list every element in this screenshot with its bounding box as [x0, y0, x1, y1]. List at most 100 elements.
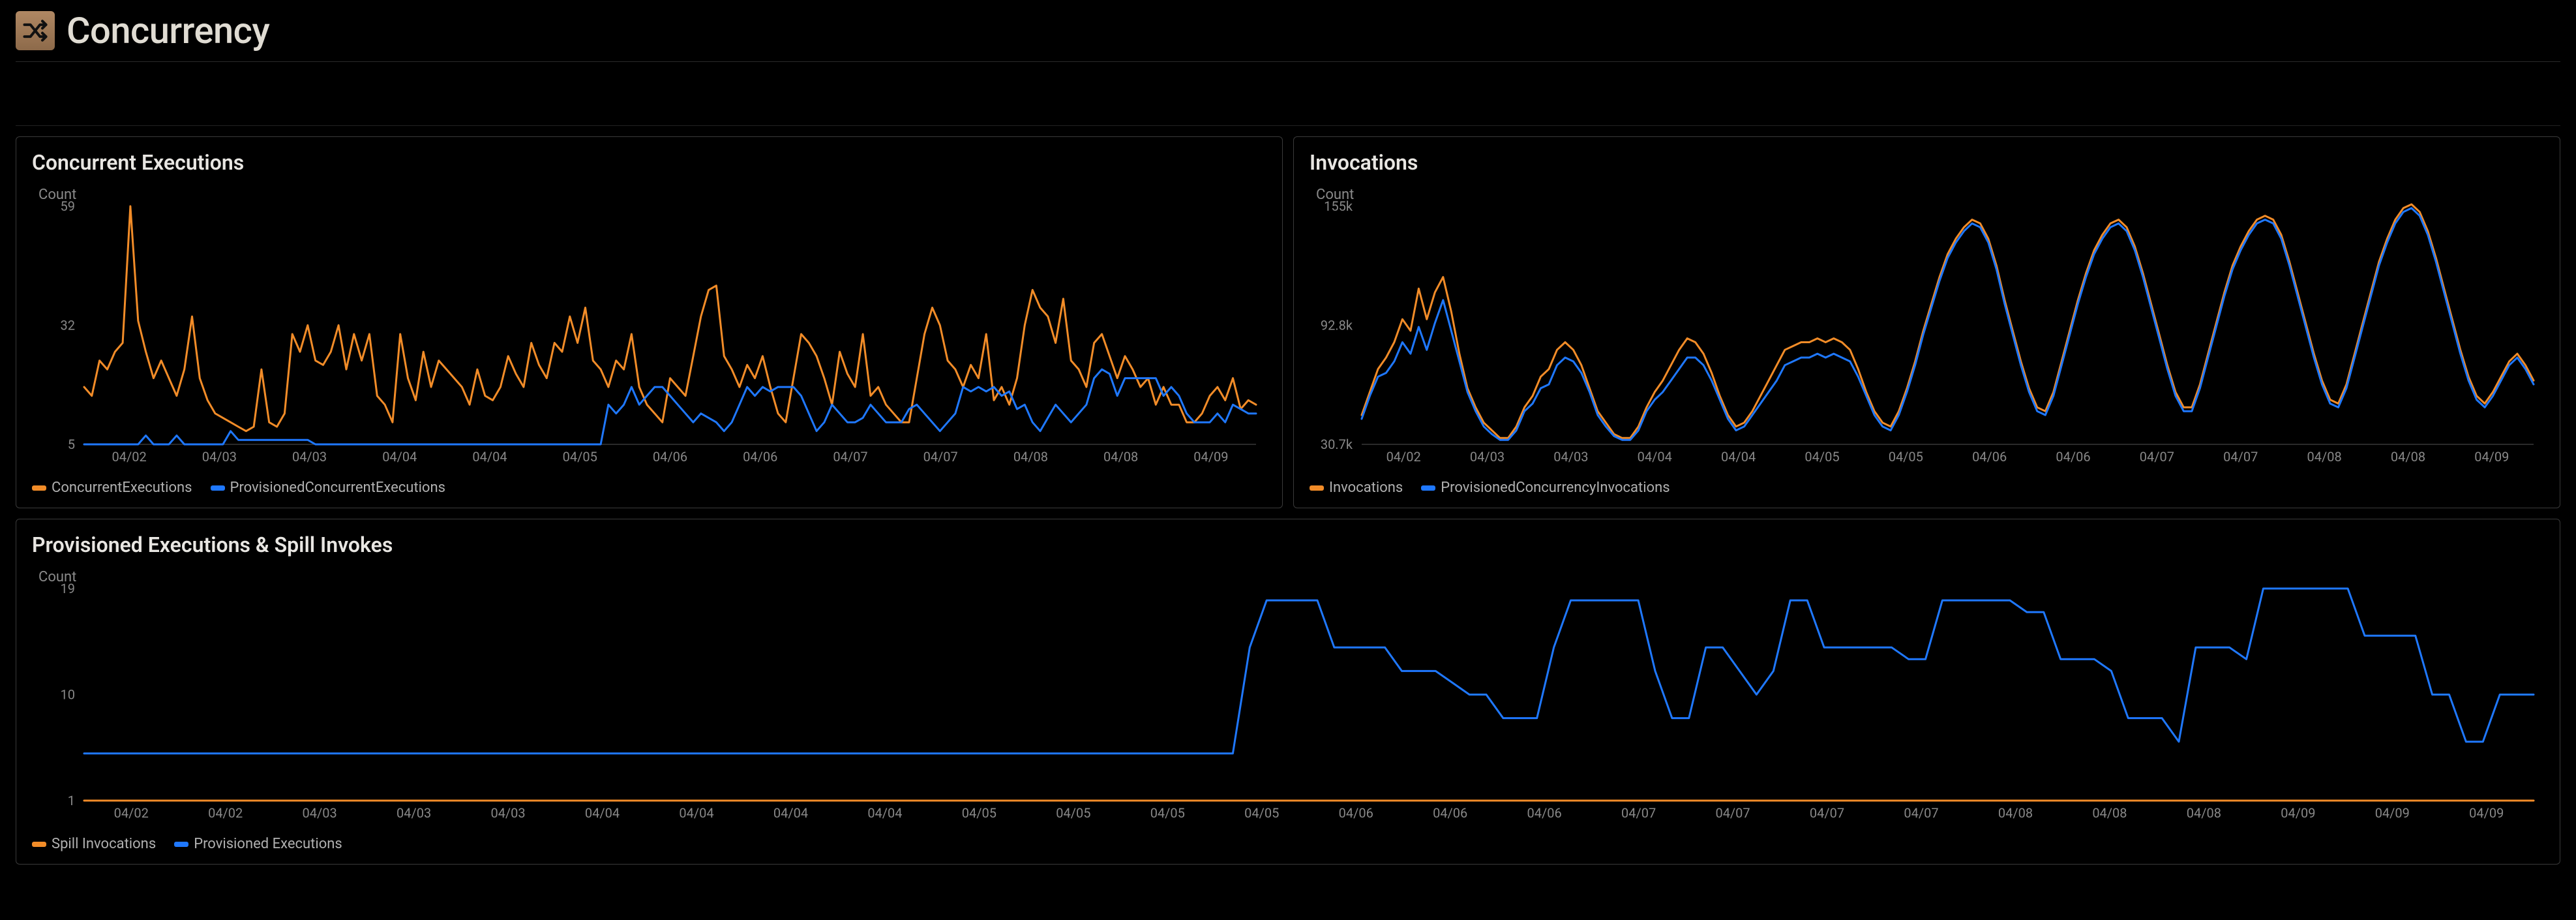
svg-text:04/07: 04/07	[2223, 449, 2258, 465]
legend: ConcurrentExecutions ProvisionedConcurren…	[32, 476, 1266, 496]
chart-zone[interactable]: 5 32 59 04/02 04/03 04/03 04/04 04/04 04/05 04/06…	[32, 194, 1266, 468]
panel-provisioned-spill: Provisioned Executions & Spill Invokes C…	[16, 519, 2560, 865]
svg-text:04/05: 04/05	[1805, 449, 1839, 465]
legend-label: Invocations	[1329, 480, 1403, 496]
legend-item[interactable]: Invocations	[1310, 480, 1403, 496]
svg-text:04/06: 04/06	[743, 449, 777, 465]
panel-title: Provisioned Executions & Spill Invokes	[32, 532, 2544, 557]
legend-swatch	[1421, 485, 1435, 491]
svg-text:04/07: 04/07	[2140, 449, 2174, 465]
svg-text:10: 10	[61, 687, 75, 703]
panel-concurrent-executions: Concurrent Executions Count 5325904/0204…	[16, 136, 1283, 508]
chart-zone[interactable]: 1101904/0204/0204/0304/0304/0304/0404/04…	[32, 577, 2544, 824]
legend-swatch	[174, 842, 188, 847]
svg-text:04/05: 04/05	[1150, 805, 1185, 821]
legend-label: ProvisionedConcurrencyInvocations	[1441, 480, 1670, 496]
svg-text:155k: 155k	[1324, 198, 1353, 214]
svg-text:04/07: 04/07	[923, 449, 958, 465]
svg-text:04/07: 04/07	[1715, 805, 1750, 821]
svg-text:04/09: 04/09	[2375, 805, 2410, 821]
series-ConcurrentExecutions	[84, 206, 1256, 431]
chart-svg: 1101904/0204/0204/0304/0304/0304/0404/04…	[32, 577, 2544, 824]
legend-item[interactable]: ProvisionedConcurrencyInvocations	[1421, 480, 1670, 496]
svg-text:32: 32	[61, 318, 75, 333]
svg-text:92.8k: 92.8k	[1321, 318, 1353, 333]
series-Provisioned Executions	[84, 589, 2534, 754]
top-row: Concurrent Executions Count 5325904/0204…	[16, 136, 2560, 508]
svg-text:04/02: 04/02	[1386, 449, 1421, 465]
svg-text:04/06: 04/06	[653, 449, 687, 465]
svg-text:04/04: 04/04	[472, 449, 507, 465]
legend: Invocations ProvisionedConcurrencyInvocat…	[1310, 476, 2544, 496]
legend-swatch	[211, 485, 225, 491]
svg-text:04/09: 04/09	[1193, 449, 1228, 465]
chart-svg: 5 32 59 04/02 04/03 04/03 04/04 04/04 04/05 04/06…	[32, 194, 1266, 468]
svg-text:04/03: 04/03	[1553, 449, 1588, 465]
legend-label: Provisioned Executions	[194, 836, 342, 852]
svg-text:04/06: 04/06	[2056, 449, 2090, 465]
page-title: Concurrency	[67, 9, 269, 52]
svg-text:04/04: 04/04	[679, 805, 713, 821]
legend-item[interactable]: Provisioned Executions	[174, 836, 342, 852]
svg-text:04/04: 04/04	[1721, 449, 1756, 465]
legend-swatch	[32, 842, 46, 847]
svg-text:04/06: 04/06	[1972, 449, 2007, 465]
svg-text:04/03: 04/03	[292, 449, 327, 465]
legend: Spill Invocations Provisioned Executions	[32, 832, 2544, 852]
svg-text:04/09: 04/09	[2474, 449, 2509, 465]
svg-text:04/08: 04/08	[1013, 449, 1048, 465]
svg-text:04/09: 04/09	[2281, 805, 2315, 821]
svg-text:04/05: 04/05	[1244, 805, 1279, 821]
legend-item[interactable]: Spill Invocations	[32, 836, 156, 852]
legend-swatch	[1310, 485, 1324, 491]
svg-text:04/05: 04/05	[1056, 805, 1090, 821]
series-ProvisionedConcurrencyInvocations	[1362, 208, 2534, 440]
svg-text:04/07: 04/07	[833, 449, 867, 465]
svg-text:04/04: 04/04	[773, 805, 808, 821]
page-header: Concurrency	[16, 0, 2560, 62]
svg-text:04/08: 04/08	[1103, 449, 1138, 465]
svg-text:04/02: 04/02	[114, 805, 149, 821]
svg-text:19: 19	[61, 581, 75, 596]
svg-text:04/02: 04/02	[112, 449, 147, 465]
svg-text:04/06: 04/06	[1527, 805, 1562, 821]
legend-item[interactable]: ConcurrentExecutions	[32, 480, 192, 496]
chart-svg: 30.7k 92.8k 155k 04/02 04/03 04/03 04/04 04/04 0…	[1310, 194, 2544, 468]
legend-item[interactable]: ProvisionedConcurrentExecutions	[211, 480, 445, 496]
svg-text:04/04: 04/04	[1638, 449, 1672, 465]
svg-text:04/08: 04/08	[2187, 805, 2221, 821]
svg-text:04/08: 04/08	[2307, 449, 2341, 465]
svg-text:04/03: 04/03	[303, 805, 337, 821]
svg-text:04/07: 04/07	[1621, 805, 1656, 821]
legend-label: ConcurrentExecutions	[52, 480, 192, 496]
svg-text:59: 59	[61, 198, 75, 214]
svg-text:04/08: 04/08	[2391, 449, 2425, 465]
svg-text:04/06: 04/06	[1339, 805, 1373, 821]
svg-text:04/03: 04/03	[397, 805, 431, 821]
panel-invocations: Invocations Count 30.7k92.8k155k04/0204/…	[1293, 136, 2560, 508]
legend-label: Spill Invocations	[52, 836, 156, 852]
legend-swatch	[32, 485, 46, 491]
panel-title: Invocations	[1310, 150, 2544, 175]
svg-text:30.7k: 30.7k	[1321, 437, 1353, 452]
svg-text:04/03: 04/03	[1470, 449, 1505, 465]
svg-text:04/04: 04/04	[867, 805, 902, 821]
bottom-row: Provisioned Executions & Spill Invokes C…	[16, 519, 2560, 865]
svg-text:04/03: 04/03	[202, 449, 237, 465]
series-Invocations	[1362, 204, 2534, 438]
svg-text:04/09: 04/09	[2469, 805, 2504, 821]
svg-text:04/05: 04/05	[1889, 449, 1923, 465]
chart-zone[interactable]: 30.7k 92.8k 155k 04/02 04/03 04/03 04/04 04/04 0…	[1310, 194, 2544, 468]
svg-text:04/07: 04/07	[1810, 805, 1844, 821]
svg-text:04/06: 04/06	[1433, 805, 1467, 821]
legend-label: ProvisionedConcurrentExecutions	[230, 480, 445, 496]
svg-text:04/07: 04/07	[1904, 805, 1938, 821]
svg-text:04/03: 04/03	[490, 805, 525, 821]
svg-text:04/08: 04/08	[2092, 805, 2127, 821]
svg-text:5: 5	[68, 437, 75, 452]
concurrency-icon	[16, 11, 55, 50]
svg-text:04/04: 04/04	[382, 449, 417, 465]
svg-text:04/05: 04/05	[563, 449, 597, 465]
svg-text:04/05: 04/05	[962, 805, 996, 821]
header-spacer	[16, 62, 2560, 126]
